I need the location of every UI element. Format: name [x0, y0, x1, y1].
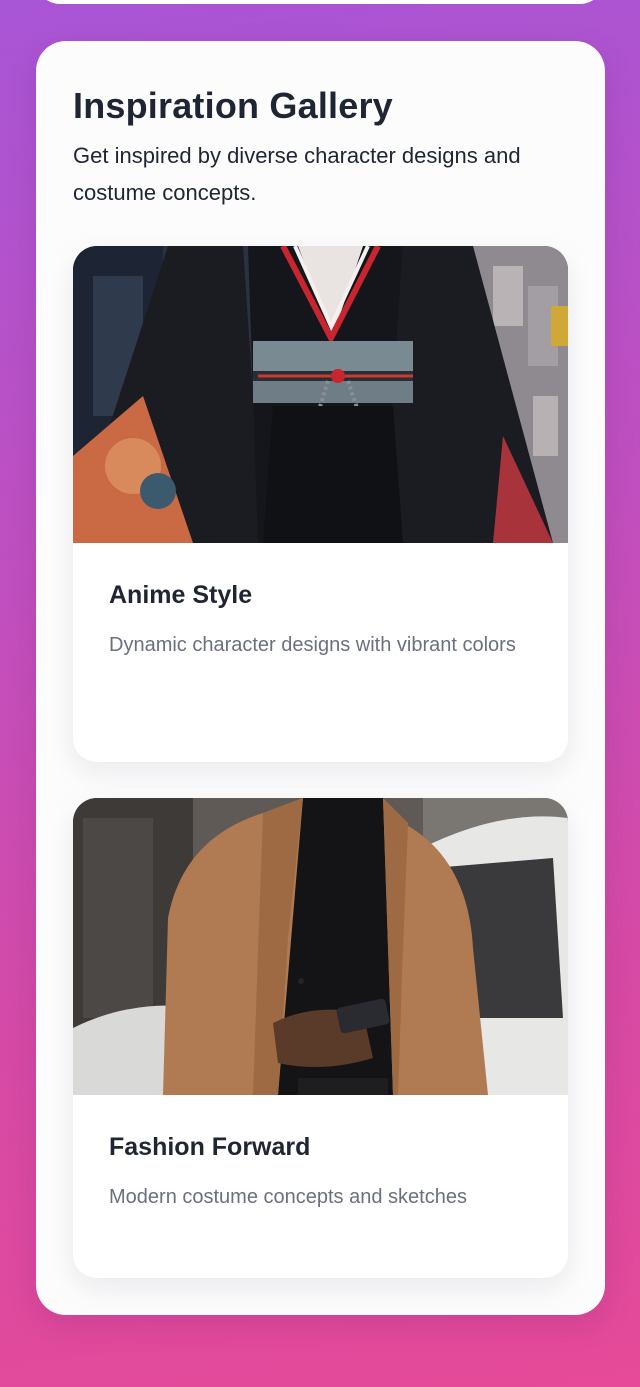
gallery-card-anime-style[interactable]: Anime Style Dynamic character designs wi… [73, 246, 568, 762]
previous-card-edge [36, 0, 604, 4]
section-subtitle: Get inspired by diverse character design… [73, 143, 521, 205]
card-description: Modern costume concepts and sketches [109, 1186, 467, 1208]
card-description: Dynamic character designs with vibrant c… [109, 634, 516, 656]
gallery-card-fashion-forward[interactable]: Fashion Forward Modern costume concepts … [73, 798, 568, 1278]
card-image-kimono [73, 246, 568, 543]
card-image-camel-coat [73, 798, 568, 1095]
card-title: Anime Style [109, 581, 253, 609]
section-title: Inspiration Gallery [73, 85, 393, 126]
inspiration-gallery-panel: Inspiration Gallery Get inspired by dive… [36, 41, 605, 1315]
card-title: Fashion Forward [109, 1133, 311, 1161]
